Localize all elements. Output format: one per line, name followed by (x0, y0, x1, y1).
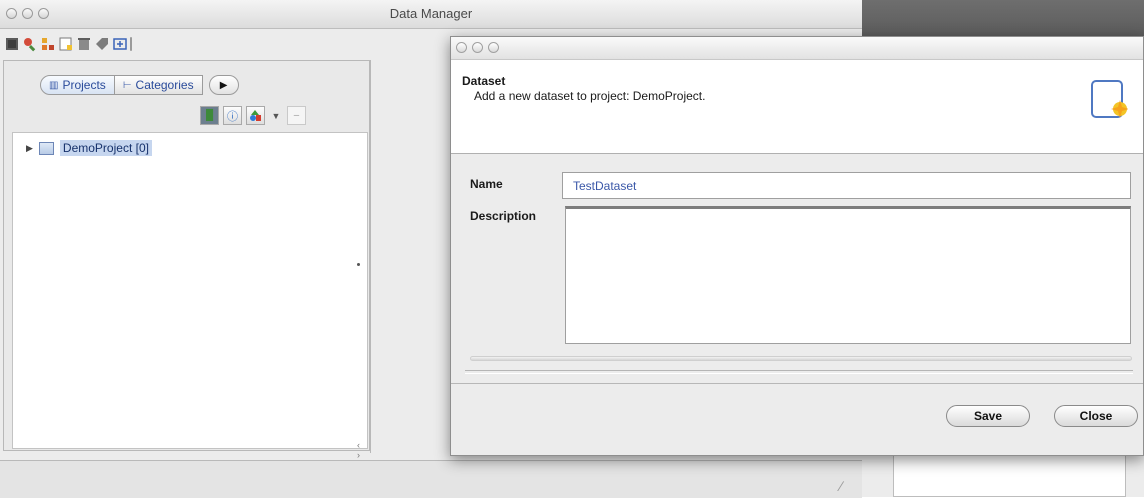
dropdown-button[interactable]: ▼ (269, 106, 283, 125)
minus-icon: − (293, 109, 300, 122)
window-title: Data Manager (389, 6, 473, 21)
tab-projects-label: Projects (62, 78, 106, 92)
info-button[interactable]: ⓘ (223, 106, 242, 125)
save-button[interactable]: Save (946, 405, 1030, 427)
description-label: Description (470, 209, 537, 223)
divider (465, 370, 1133, 374)
horizontal-scrollbar[interactable] (470, 356, 1132, 361)
new-document-icon[interactable] (58, 36, 74, 52)
background-window-titlebar (862, 0, 1144, 40)
search-icon[interactable] (22, 36, 38, 52)
collapse-button[interactable]: − (287, 106, 306, 125)
name-field[interactable] (562, 172, 1131, 199)
dialog-minimize-icon[interactable] (472, 42, 483, 53)
tab-projects[interactable]: ▥ Projects (40, 75, 115, 95)
tree-view-button[interactable]: █ (200, 106, 219, 125)
grid-view-icon[interactable] (4, 36, 20, 52)
expand-arrow-icon[interactable]: ▶ (26, 143, 33, 154)
name-label: Name (470, 177, 503, 191)
tab-categories-label: Categories (135, 78, 194, 92)
split-pane-divider[interactable] (370, 60, 452, 453)
resize-grip-icon[interactable]: ∕ (840, 478, 842, 494)
panel-toolbar: █ ⓘ ▼ − (200, 106, 306, 125)
project-folder-icon (38, 141, 54, 155)
dialog-header (451, 60, 1143, 154)
new-dataset-icon (1090, 79, 1129, 121)
main-toolbar (4, 33, 132, 55)
dialog-close-icon[interactable] (456, 42, 467, 53)
dialog-titlebar (451, 37, 1143, 60)
browser-tabs: ▥ Projects ⊢ Categories ▶ (40, 75, 239, 97)
trash-icon[interactable] (76, 36, 92, 52)
dialog-header-title: Dataset (462, 74, 506, 88)
tree-item-label: DemoProject [0] (59, 140, 152, 156)
tree-view-icon: █ (205, 110, 214, 121)
footer-divider (451, 383, 1143, 384)
shapes-icon (250, 110, 261, 121)
dialog-header-description: Add a new dataset to project: DemoProjec… (474, 89, 706, 103)
project-tree (12, 132, 368, 449)
import-icon[interactable] (112, 36, 128, 52)
category-tree-icon: ⊢ (122, 79, 132, 91)
description-field[interactable] (565, 206, 1131, 344)
status-bar (0, 460, 862, 498)
tag-icon[interactable] (94, 36, 110, 52)
chevron-down-icon: ▼ (271, 110, 281, 121)
close-button[interactable]: Close (1054, 405, 1138, 427)
hierarchy-icon[interactable] (40, 36, 56, 52)
toolbar-separator (130, 37, 132, 51)
dialog-zoom-icon[interactable] (488, 42, 499, 53)
tree-item-demoproject[interactable]: ▶ DemoProject [0] (26, 140, 152, 156)
splitter-arrows-icon[interactable]: ‹ › (357, 440, 360, 460)
play-icon: ▶ (219, 79, 228, 91)
classify-button[interactable] (246, 106, 265, 125)
splitter-handle-icon[interactable] (357, 263, 360, 266)
info-icon: ⓘ (227, 110, 238, 123)
tab-more-button[interactable]: ▶ (208, 75, 239, 95)
project-tree-icon: ▥ (49, 79, 59, 91)
tab-categories[interactable]: ⊢ Categories (114, 75, 203, 95)
